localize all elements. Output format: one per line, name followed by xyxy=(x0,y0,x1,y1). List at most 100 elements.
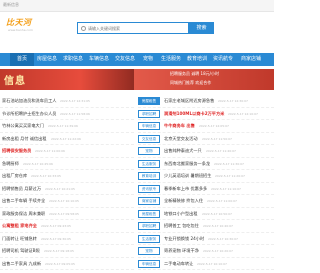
list-item-title[interactable]: 门面转让 旺铺急转 xyxy=(2,236,37,242)
list-item-title[interactable]: 寄养宠物 环境干净 xyxy=(164,248,199,254)
list-item-title[interactable]: 招聘普工 包吃包住 xyxy=(164,223,199,229)
list-item[interactable]: 宠物 出售纯种泰迪犬一只 2022-5-17 11:40:07 xyxy=(138,145,274,158)
list-item-title[interactable]: 春季新车上市 优惠多多 xyxy=(164,186,207,192)
list-item[interactable]: 家石油站加油员和洗车员工人 2022-5-17 12:31:05 xyxy=(0,95,134,108)
banner-link-1[interactable]: 招聘服务员 诚聘 18元/小时 xyxy=(170,71,219,77)
list-item-title[interactable]: 出售二手车辆 手续齐全 xyxy=(2,198,45,204)
list-item[interactable]: 招聘保安服务员 2022-5-17 11:00:06 xyxy=(0,145,134,158)
list-item[interactable]: 招聘司机 驾驶证B照 2022-5-17 09:18:05 xyxy=(0,245,134,258)
nav-item-services[interactable]: 生活服务 xyxy=(158,53,184,66)
list-item[interactable]: 生活服务 专业开锁换锁 24小时 2022-5-17 10:30:07 xyxy=(138,233,274,245)
category-tag[interactable]: 宠物 xyxy=(138,147,160,155)
list-item-title[interactable]: 润滑剂100ML以商卡2万平方米 xyxy=(164,111,224,117)
list-item-date: 2022-5-17 10:33:05 xyxy=(31,174,61,178)
list-item-title[interactable]: 少儿英语培训 暑期班招生 xyxy=(164,173,211,179)
nav-item-news[interactable]: 资讯航专 xyxy=(210,53,236,66)
nav-item-home[interactable]: 首页 xyxy=(10,53,34,66)
list-item-title[interactable]: 出售二手家具 九成新 xyxy=(2,261,41,267)
list-item[interactable]: 交友信息 北京天堂交友活动 2022-5-17 11:50:07 xyxy=(138,133,274,145)
category-tag[interactable]: 房屋租售 xyxy=(138,97,160,105)
list-item-date: 2022-5-17 10:40:07 xyxy=(203,224,233,228)
list-item[interactable]: 教育培训 少儿英语培训 暑期班招生 2022-5-17 11:20:07 xyxy=(138,170,274,183)
list-item-date: 2022-5-17 09:05:05 xyxy=(45,261,75,266)
category-tag[interactable]: 生活服务 xyxy=(138,159,160,168)
list-item-date: 2022-5-17 11:22:06 xyxy=(51,136,81,141)
list-item[interactable]: 出租厂房仓库 2022-5-17 10:33:05 xyxy=(0,170,134,183)
nav-item-dating[interactable]: 交友信息 xyxy=(112,53,138,66)
category-tag[interactable]: 房屋租售 xyxy=(138,209,160,218)
list-item-title[interactable]: 招聘保安服务员 xyxy=(2,148,31,154)
list-item-date: 2022-5-17 12:30:07 xyxy=(218,99,248,103)
list-item[interactable]: 家政服务保洁 周末兼职 2022-5-17 09:58:05 xyxy=(0,208,134,220)
list-item[interactable]: 车辆信息 二手电动车转让 2022-5-17 10:10:07 xyxy=(138,258,274,270)
list-item-date: 2022-5-17 10:30:07 xyxy=(208,236,238,241)
list-item-title[interactable]: 新房出租 月付 诚信出租 xyxy=(2,136,47,142)
list-item-title[interactable]: 竹林公寓买买家电大门 xyxy=(2,123,44,129)
list-item-title[interactable]: 二手电动车转让 xyxy=(164,261,193,267)
list-item[interactable]: 新房出租 月付 诚信出租 2022-5-17 11:22:06 xyxy=(0,133,134,145)
category-tag[interactable]: 车辆信息 xyxy=(138,259,160,268)
search-input[interactable] xyxy=(88,24,186,33)
list-item[interactable]: 车辆信息 牛牛商务车 出售 2022-5-17 12:05:07 xyxy=(138,120,274,133)
category-tag[interactable]: 求职招聘 xyxy=(138,222,160,230)
list-item-date: 2022-5-17 11:30:07 xyxy=(214,161,244,166)
list-item[interactable]: 房屋租售 石家庄老城区附近房源急售 2022-5-17 12:30:07 xyxy=(138,95,274,108)
list-item-title[interactable]: 全新精装修 拎包入住 xyxy=(164,198,203,204)
nav-item-housing[interactable]: 房屋信息 xyxy=(34,53,60,66)
list-item-date: 2022-5-17 10:45:06 xyxy=(23,161,53,166)
list-item-date: 2022-5-17 11:20:07 xyxy=(215,174,245,178)
list-item[interactable]: 商家店铺 全新精装修 拎包入住 2022-5-17 11:00:07 xyxy=(138,195,274,208)
list-item[interactable]: 资讯航专 春季新车上市 优惠多多 2022-5-17 11:10:07 xyxy=(138,183,274,195)
category-tag[interactable]: 教育培训 xyxy=(138,172,160,180)
list-item[interactable]: 公寓整租 家电齐全 2022-5-17 09:43:05 xyxy=(0,220,134,233)
list-item-title[interactable]: 节诊所招聘护士招生办公人员 xyxy=(2,111,56,117)
nav-item-education[interactable]: 教育培训 xyxy=(184,53,210,66)
promo-banner[interactable]: 信息 xyxy=(0,69,134,90)
list-item[interactable]: 竹林公寓买买家电大门 2022-5-17 11:39:06 xyxy=(0,120,134,133)
category-tag[interactable]: 车辆信息 xyxy=(138,122,160,130)
category-tag[interactable]: 生活服务 xyxy=(138,234,160,243)
site-logo[interactable]: 比天河 www.tianhe.com xyxy=(6,17,40,36)
list-item[interactable]: 急聘厨师 2022-5-17 10:45:06 xyxy=(0,158,134,170)
list-item[interactable]: 宠物 寄养宠物 环境干净 2022-5-17 10:20:07 xyxy=(138,245,274,258)
list-item[interactable]: 房屋租售 地铁口小户型出租 2022-5-17 10:50:07 xyxy=(138,208,274,220)
list-item[interactable]: 招聘销售员 月薪过万 2022-5-17 10:21:05 xyxy=(0,183,134,195)
nav-item-shops[interactable]: 商家店铺 xyxy=(236,53,266,66)
list-item-date: 2022-5-17 11:58:06 xyxy=(60,111,90,116)
list-item-title[interactable]: 公寓整租 家电齐全 xyxy=(2,223,37,229)
list-item-title[interactable]: 牛牛商务车 出售 xyxy=(164,123,195,129)
top-bar-text: 最新信息 xyxy=(3,2,19,7)
list-item-title[interactable]: 石家庄老城区附近房源急售 xyxy=(164,98,214,104)
list-item-title[interactable]: 北京天堂交友活动 xyxy=(164,136,198,142)
list-item[interactable]: 求职招聘 润滑剂100ML以商卡2万平方米 2022-5-17 12:10:07 xyxy=(138,108,274,120)
list-item-title[interactable]: 招聘司机 驾驶证B照 xyxy=(2,248,40,254)
category-tag[interactable]: 求职招聘 xyxy=(138,109,160,118)
nav-item-pets[interactable]: 宠物 xyxy=(138,53,158,66)
category-tag[interactable]: 宠物 xyxy=(138,247,160,255)
list-item-title[interactable]: 出售纯种泰迪犬一只 xyxy=(164,148,202,154)
list-item-title[interactable]: 东西南北搬家服务一条龙 xyxy=(164,161,210,167)
list-item[interactable]: 出售二手车辆 手续齐全 2022-5-17 10:10:05 xyxy=(0,195,134,208)
list-item[interactable]: 门面转让 旺铺急转 2022-5-17 09:30:05 xyxy=(0,233,134,245)
logo-text: 比天河 xyxy=(6,18,32,27)
list-item-title[interactable]: 地铁口小户型出租 xyxy=(164,211,198,217)
category-tag[interactable]: 商家店铺 xyxy=(138,197,160,205)
category-tag[interactable]: 资讯航专 xyxy=(138,184,160,193)
list-item-title[interactable]: 家石油站加油员和洗车员工人 xyxy=(2,98,56,104)
list-item[interactable]: 节诊所招聘护士招生办公人员 2022-5-17 11:58:06 xyxy=(0,108,134,120)
category-tag[interactable]: 交友信息 xyxy=(138,134,160,143)
search-box xyxy=(77,22,189,34)
list-item[interactable]: 生活服务 东西南北搬家服务一条龙 2022-5-17 11:30:07 xyxy=(138,158,274,170)
search-button[interactable]: 搜索 xyxy=(189,22,214,34)
list-item[interactable]: 求职招聘 招聘普工 包吃包住 2022-5-17 10:40:07 xyxy=(138,220,274,233)
list-item-title[interactable]: 出租厂房仓库 xyxy=(2,173,27,179)
list-item-title[interactable]: 急聘厨师 xyxy=(2,161,19,167)
list-item-title[interactable]: 家政服务保洁 周末兼职 xyxy=(2,211,45,217)
banner-link-2[interactable]: 同城热门推荐 欢迎合作 xyxy=(170,80,211,86)
list-item-date: 2022-5-17 11:50:07 xyxy=(202,136,232,141)
nav-item-jobs[interactable]: 求职信息 xyxy=(60,53,86,66)
list-item-title[interactable]: 专业开锁换锁 24小时 xyxy=(164,236,204,242)
list-item[interactable]: 出售二手家具 九成新 2022-5-17 09:05:05 xyxy=(0,258,134,270)
list-item-title[interactable]: 招聘销售员 月薪过万 xyxy=(2,186,41,192)
nav-item-vehicles[interactable]: 车辆信息 xyxy=(86,53,112,66)
